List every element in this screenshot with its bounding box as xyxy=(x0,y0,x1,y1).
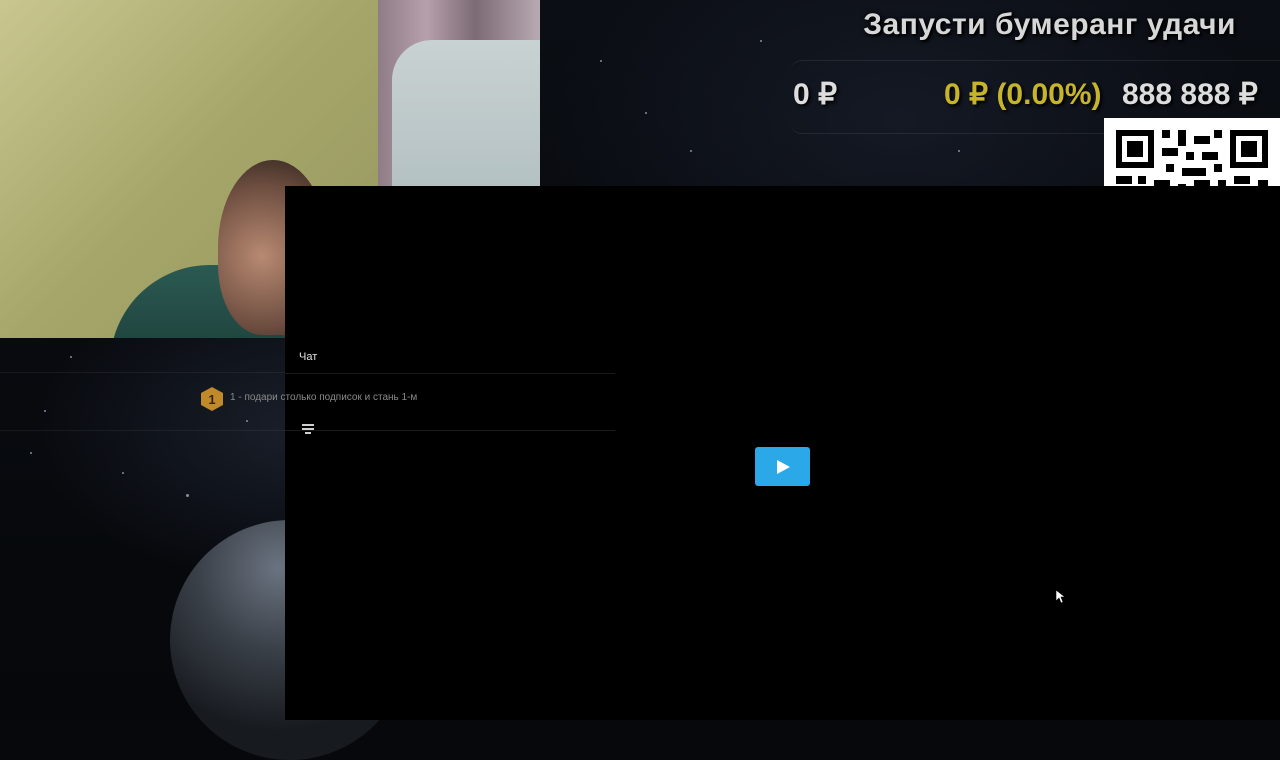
chat-divider xyxy=(285,373,615,374)
play-button[interactable] xyxy=(755,447,810,486)
top-donor-ticker: 1 - подари столько подписок и стань 1-м xyxy=(230,392,418,403)
play-icon xyxy=(776,459,790,474)
donation-target: 888 888 ₽ xyxy=(1122,78,1258,111)
curtain-panel xyxy=(392,40,540,186)
donation-current: 0 ₽ xyxy=(793,78,838,111)
filter-lines-icon[interactable] xyxy=(302,424,314,436)
ghost-divider xyxy=(0,430,285,431)
chat-title: Чат xyxy=(299,351,318,363)
donation-progress: 0 ₽ (0.00%) xyxy=(944,78,1102,111)
overlay-title: Запусти бумеранг удачи xyxy=(863,8,1236,41)
chat-divider xyxy=(285,430,615,431)
mouse-cursor-icon xyxy=(1056,590,1066,604)
ghost-divider xyxy=(0,372,285,373)
